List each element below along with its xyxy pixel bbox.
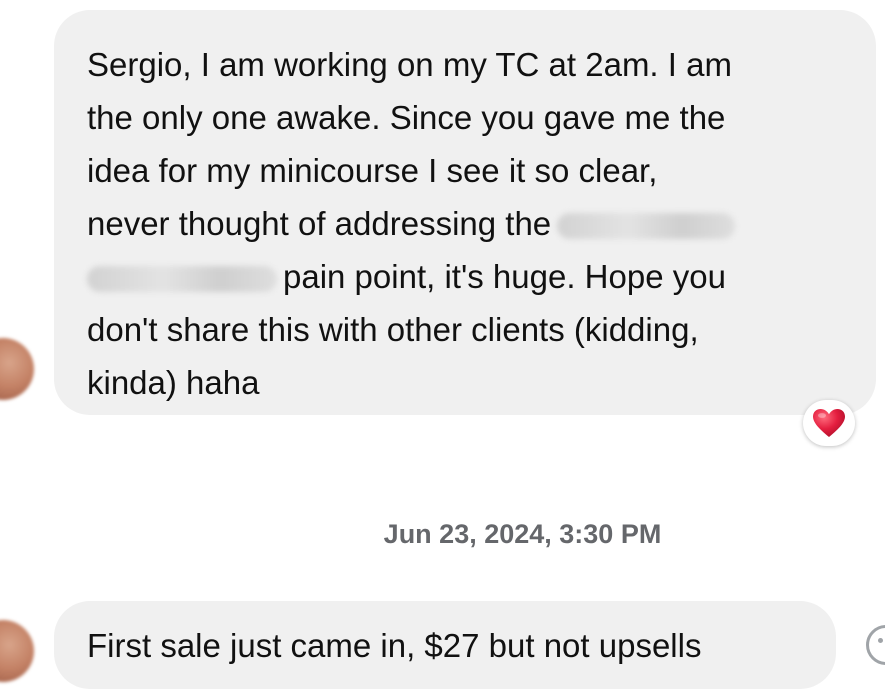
chat-thread: Sergio, I am working on my TC at 2am. I … [0, 0, 885, 700]
message-line: the only one awake. Since you gave me th… [87, 99, 726, 136]
emoji-eye [878, 638, 883, 643]
message-line: Sergio, I am working on my TC at 2am. I … [87, 46, 732, 83]
redacted-text-blur [557, 213, 736, 240]
message-timestamp: Jun 23, 2024, 3:30 PM [383, 519, 662, 549]
message-line-text: pain point, it's huge. Hope you [283, 258, 726, 295]
smiley-face-icon[interactable] [866, 625, 885, 665]
message-bubble[interactable]: Sergio, I am working on my TC at 2am. I … [54, 10, 876, 415]
sender-avatar[interactable] [0, 338, 34, 400]
message-line-text: never thought of addressing the [87, 205, 552, 242]
message-line: don't share this with other clients (kid… [87, 311, 699, 348]
message-line-with-redaction: never thought of addressing the [87, 197, 852, 250]
message-line-with-redaction: pain point, it's huge. Hope you [87, 250, 852, 303]
message-reaction[interactable] [803, 400, 855, 446]
message-line: idea for my minicourse I see it so clear… [87, 152, 658, 189]
message-bubble[interactable]: First sale just came in, $27 but not ups… [54, 601, 836, 689]
redacted-text-blur [87, 266, 277, 293]
red-heart-icon [813, 409, 845, 437]
sender-avatar[interactable] [0, 620, 34, 682]
message-line: First sale just came in, $27 but not ups… [87, 627, 702, 664]
message-line: kinda) haha [87, 364, 260, 401]
